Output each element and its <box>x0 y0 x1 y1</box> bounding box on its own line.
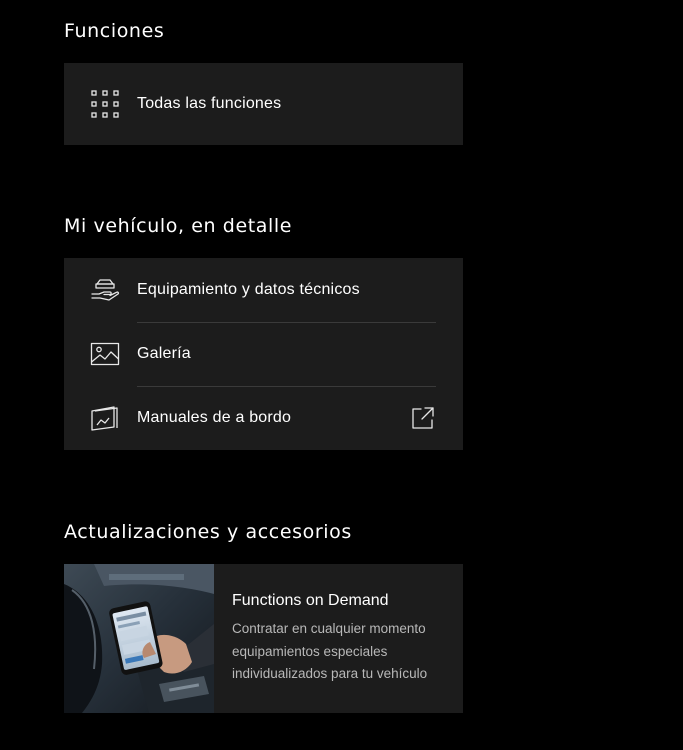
menu-item-label: Todas las funciones <box>137 95 282 112</box>
promo-description: Contratar en cualquier momento equipamie… <box>232 621 428 681</box>
functions-card: Todas las funciones <box>64 63 463 145</box>
section-title-funciones: Funciones <box>64 20 165 42</box>
menu-item-label: Equipamiento y datos técnicos <box>137 281 360 298</box>
vehicle-card: Equipamiento y datos técnicos Galería Ma… <box>64 258 463 450</box>
menu-item-todas-las-funciones[interactable]: Todas las funciones <box>64 63 463 145</box>
menu-item-galeria[interactable]: Galería <box>64 322 463 386</box>
external-link-icon <box>411 406 435 430</box>
promo-title: Functions on Demand <box>232 592 389 609</box>
grid-icon <box>90 89 120 119</box>
menu-item-label: Galería <box>137 345 191 362</box>
image-icon <box>90 339 120 369</box>
car-interior-phone-photo <box>64 564 214 713</box>
hand-car-icon <box>90 275 120 305</box>
manual-icon <box>90 403 120 433</box>
menu-item-equipamiento[interactable]: Equipamiento y datos técnicos <box>64 258 463 322</box>
promo-card-functions-on-demand[interactable]: Functions on Demand Contratar en cualqui… <box>64 564 463 713</box>
section-title-mi-vehiculo: Mi vehículo, en detalle <box>64 215 293 237</box>
section-title-actualizaciones: Actualizaciones y accesorios <box>64 521 352 543</box>
menu-item-manuales[interactable]: Manuales de a bordo <box>64 386 463 450</box>
app-page: Funciones Todas las funciones Mi vehícul… <box>0 0 683 750</box>
menu-item-label: Manuales de a bordo <box>137 409 292 426</box>
